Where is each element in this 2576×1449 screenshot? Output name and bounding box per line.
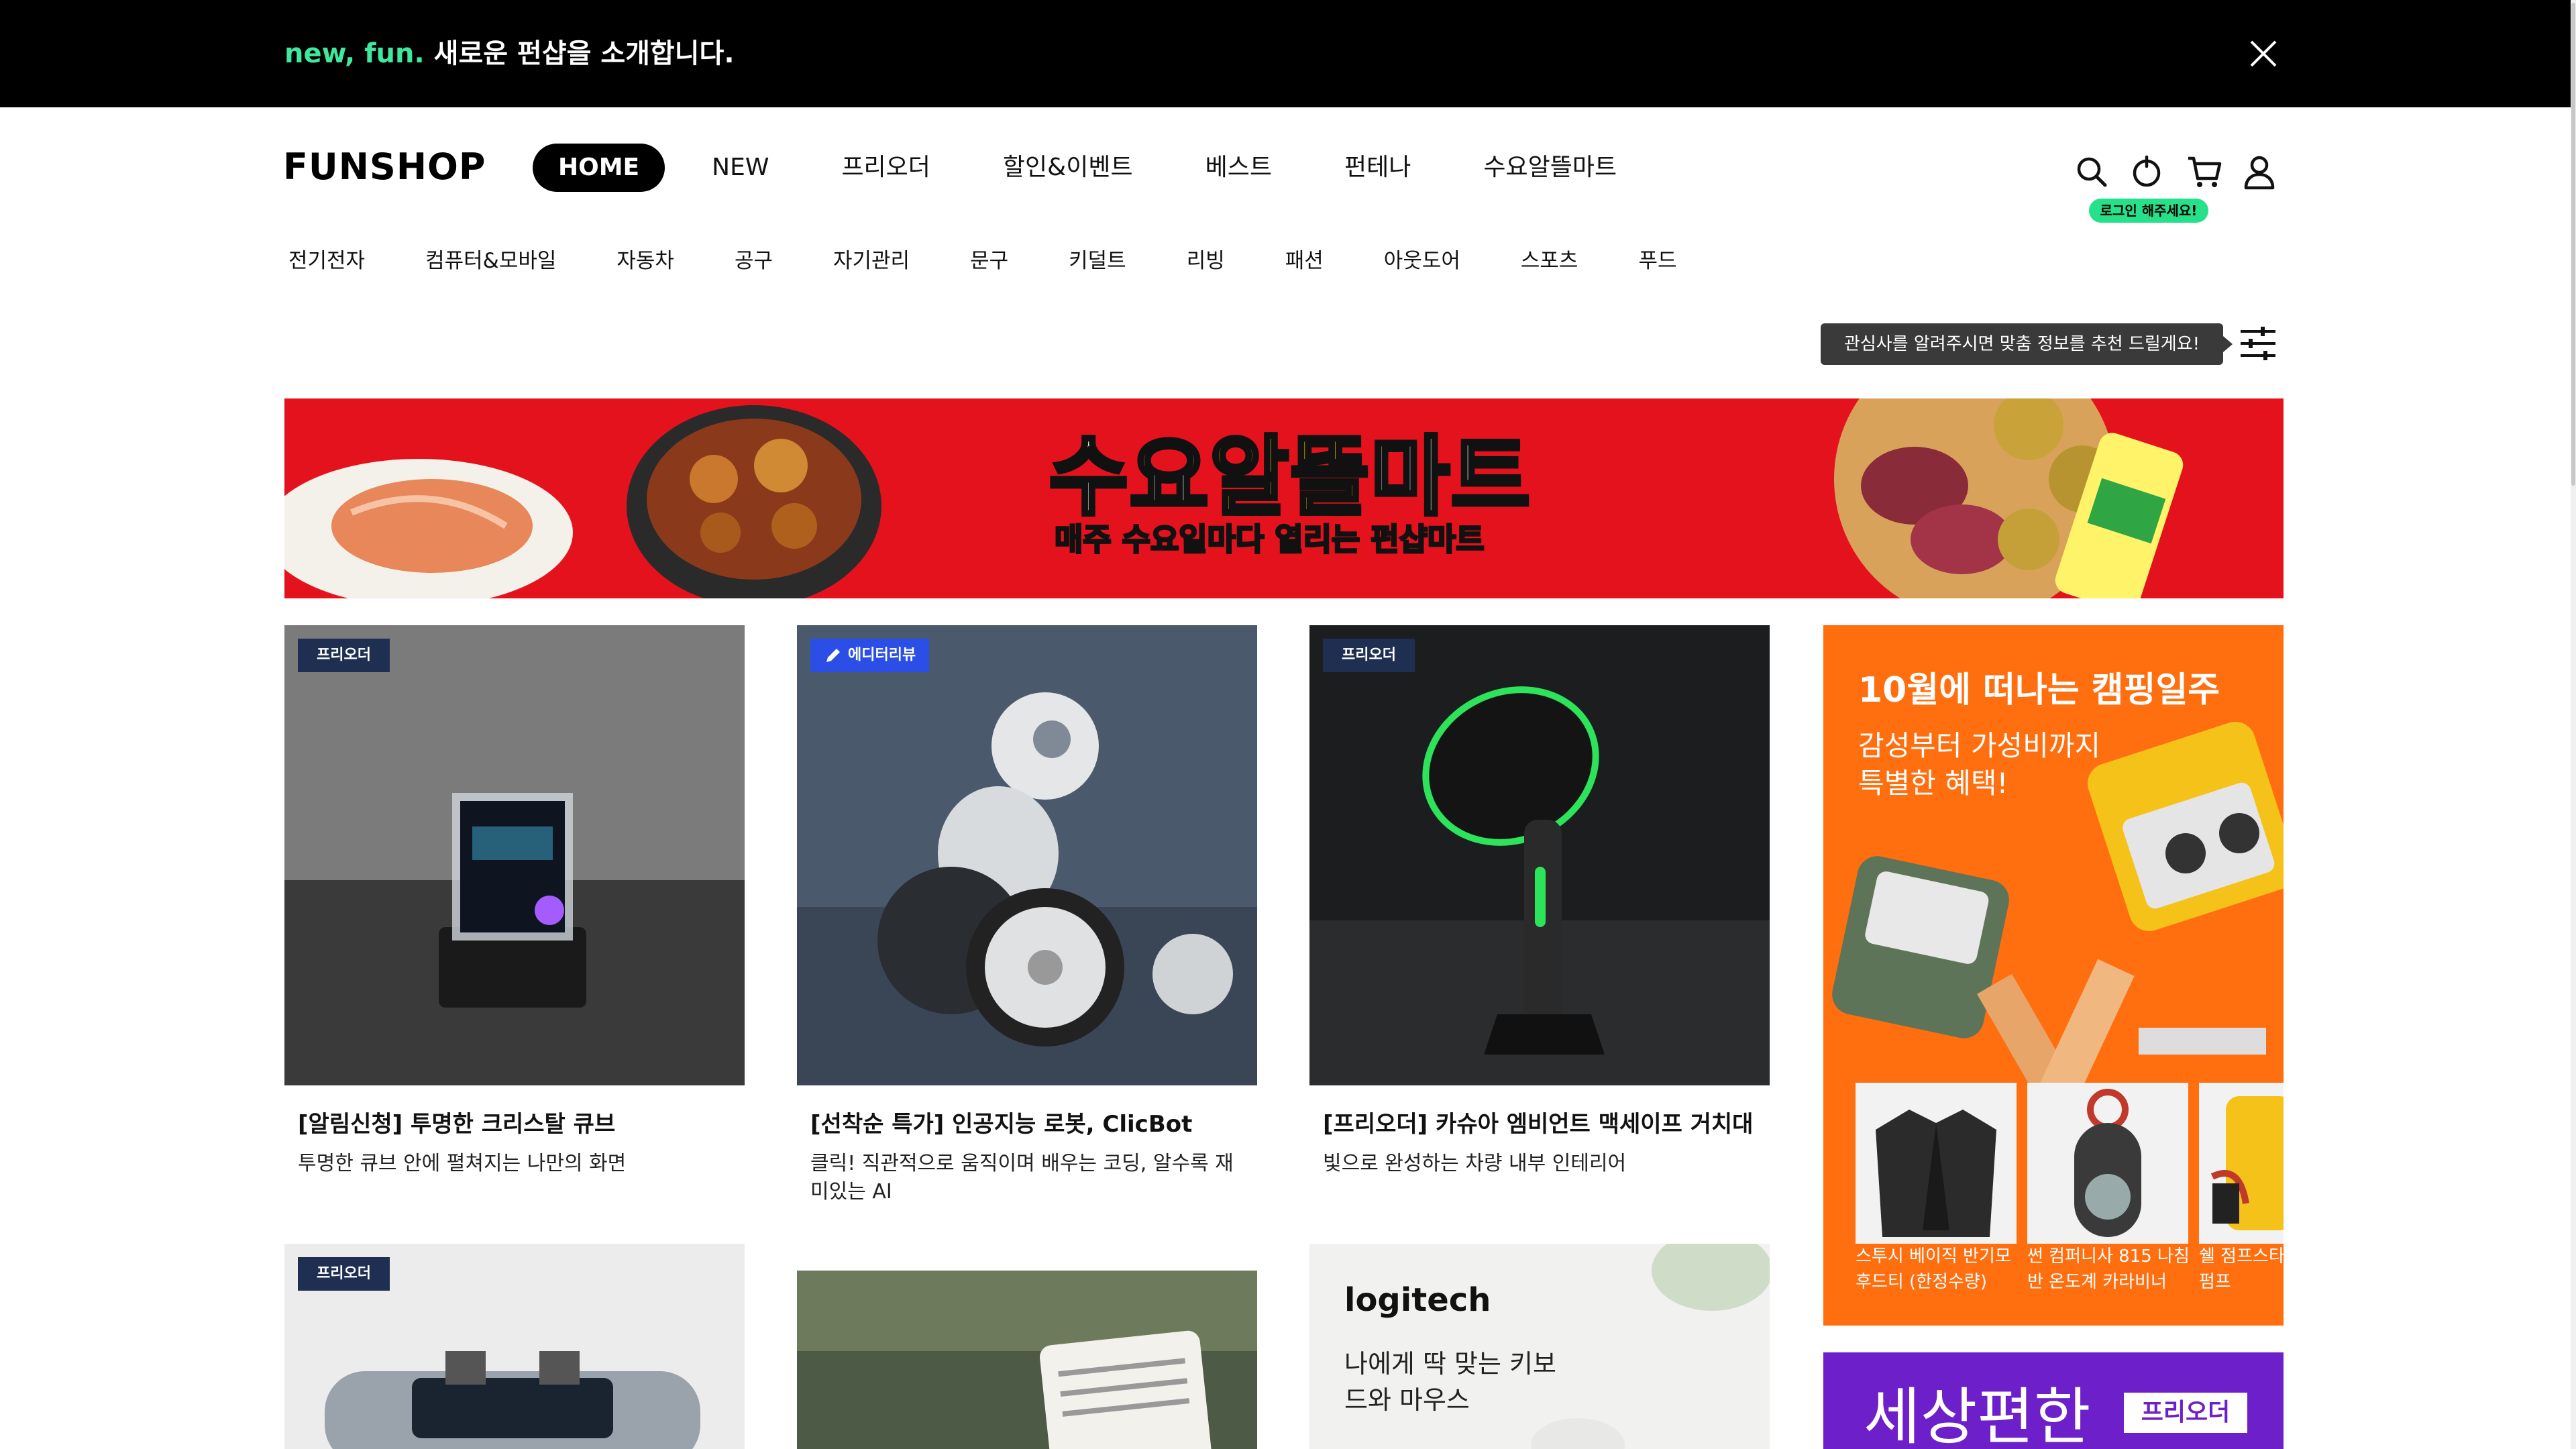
announcement-text[interactable]: new, fun. 새로운 펀샵을 소개합니다. xyxy=(284,34,735,74)
category-bar: 전기전자 컴퓨터&모바일 자동차 공구 자기관리 문구 키덜트 리빙 패션 아웃… xyxy=(288,244,1677,278)
announcement-message: 새로운 펀샵을 소개합니다. xyxy=(433,38,735,69)
product-image[interactable] xyxy=(797,1271,1257,1449)
promo-item-name: 쉘 점프스타 xyxy=(2199,1246,2284,1267)
nav-funtenna[interactable]: 펀테나 xyxy=(1319,144,1436,192)
login-hint-badge[interactable]: 로그인 해주세요! xyxy=(2089,199,2208,223)
filter-sliders-icon[interactable] xyxy=(2238,325,2278,362)
recommend-tooltip[interactable]: 관심사를 알려주시면 맞춤 정보를 추천 드릴게요! xyxy=(1821,323,2233,365)
promo2-title: 세상편한 xyxy=(1864,1381,2091,1449)
category-item[interactable]: 공구 xyxy=(735,244,773,278)
crystal-cube-illustration xyxy=(284,625,745,1085)
category-item[interactable]: 스포츠 xyxy=(1521,244,1578,278)
nav-home[interactable]: HOME xyxy=(533,144,665,192)
promo-item-image[interactable] xyxy=(2199,1083,2284,1244)
product-card[interactable]: 프리오더 [프리오더] 카슈아 엠비언트 맥세이프 거치대 빛으로 완성하는 차… xyxy=(1309,625,1770,1229)
product-title[interactable]: [프리오더] 카슈아 엠비언트 맥세이프 거치대 xyxy=(1323,1110,1753,1139)
product-card[interactable]: logitech 나에게 딱 맞는 키보드와 마우스 xyxy=(1309,1244,1770,1449)
category-item[interactable]: 리빙 xyxy=(1187,244,1225,278)
promo-subtitle: 감성부터 가성비까지 특별한 혜택! xyxy=(1858,727,2100,802)
magsafe-mount-illustration xyxy=(1309,625,1770,1085)
camping-promo[interactable]: 10월에 떠나는 캠핑일주 감성부터 가성비까지 특별한 혜택! 스투시 베이직… xyxy=(1823,625,2284,1326)
hoodie-illustration xyxy=(1856,1083,2017,1244)
cart-icon[interactable] xyxy=(2186,153,2223,191)
page-scrollbar[interactable] xyxy=(2571,0,2576,1449)
product-image[interactable]: 프리오더 xyxy=(284,1244,745,1449)
promo-item-image[interactable] xyxy=(1856,1083,2017,1244)
preorder-promo[interactable]: 세상편한 프리오더 xyxy=(1823,1352,2284,1449)
nav-preorder[interactable]: 프리오더 xyxy=(816,144,955,192)
category-item[interactable]: 컴퓨터&모바일 xyxy=(425,244,556,278)
promo-item-name: 반 온도계 카라비너 xyxy=(2027,1272,2167,1292)
promo-item-name: 후드티 (한정수량) xyxy=(1856,1272,1987,1292)
category-item[interactable]: 전기전자 xyxy=(288,244,365,278)
product-image[interactable]: 프리오더 xyxy=(284,625,745,1085)
main-nav: HOME NEW 프리오더 할인&이벤트 베스트 펀테나 수요알뜰마트 xyxy=(533,144,1664,192)
product-description: 빛으로 완성하는 차량 내부 인테리어 xyxy=(1323,1152,1627,1175)
scrollbar-thumb[interactable] xyxy=(2571,3,2575,486)
promo2-badge: 프리오더 xyxy=(2124,1393,2247,1433)
product-badge: 에디터리뷰 xyxy=(810,639,930,672)
product-badge: 프리오더 xyxy=(1323,639,1415,672)
product-card[interactable]: 프리오더 xyxy=(284,1244,745,1449)
site-logo[interactable]: FUNSHOP xyxy=(283,149,486,185)
nav-best[interactable]: 베스트 xyxy=(1180,144,1297,192)
wednesday-mart-banner[interactable]: 수요알뜰마트 매주 수요일마다 열리는 펀샵마트 xyxy=(284,398,2284,598)
category-item[interactable]: 푸드 xyxy=(1638,244,1676,278)
announcement-bar: new, fun. 새로운 펀샵을 소개합니다. xyxy=(0,0,2571,107)
promo-item[interactable]: 스투시 베이직 반기모 후드티 (한정수량) xyxy=(1856,1083,2017,1295)
banner-title: 수요알뜰마트 xyxy=(1047,431,1532,524)
product-image[interactable]: 에디터리뷰 xyxy=(797,625,1257,1085)
user-icon[interactable] xyxy=(2241,153,2278,191)
banner-subtitle: 매주 수요일마다 열리는 펀샵마트 xyxy=(1054,521,1486,559)
nav-sale-event[interactable]: 할인&이벤트 xyxy=(977,144,1159,192)
category-item[interactable]: 자동차 xyxy=(616,244,674,278)
pencil-icon xyxy=(826,649,840,662)
ereader-illustration xyxy=(797,1271,1257,1449)
banner-title-part1: 수요 xyxy=(1047,427,1211,527)
jump-starter-illustration xyxy=(2199,1083,2284,1244)
brand-logo: logitech xyxy=(1344,1281,1491,1319)
product-card[interactable]: 에디터리뷰 [선착순 특가] 인공지능 로봇, ClicBot 클릭! 직관적으… xyxy=(797,625,1257,1229)
promo-subtitle-line2: 특별한 혜택! xyxy=(1858,767,2008,800)
banner-title-part3: 마트 xyxy=(1368,427,1532,527)
promo-item-name: 썬 컴퍼니사 815 나침 xyxy=(2027,1246,2188,1267)
promo-item-name: 스투시 베이직 반기모 xyxy=(1856,1246,2011,1267)
banner-title-part2: 알뜰 xyxy=(1208,427,1372,527)
category-item[interactable]: 아웃도어 xyxy=(1384,244,1460,278)
promo-subtitle-line1: 감성부터 가성비까지 xyxy=(1858,729,2101,762)
product-image[interactable]: logitech 나에게 딱 맞는 키보드와 마우스 xyxy=(1309,1244,1770,1449)
compass-illustration xyxy=(2027,1083,2188,1244)
product-title[interactable]: [선착순 특가] 인공지능 로봇, ClicBot xyxy=(810,1110,1192,1139)
nav-new[interactable]: NEW xyxy=(686,144,794,192)
close-icon[interactable] xyxy=(2249,39,2278,68)
product-description: 투명한 큐브 안에 펼쳐지는 나만의 화면 xyxy=(298,1152,627,1175)
product-badge: 프리오더 xyxy=(298,639,390,672)
category-item[interactable]: 문구 xyxy=(970,244,1008,278)
announcement-accent: new, fun. xyxy=(284,38,425,69)
nav-wednesday-mart[interactable]: 수요알뜰마트 xyxy=(1458,144,1642,192)
promo-title: 10월에 떠나는 캠핑일주 xyxy=(1858,670,2220,710)
product-badge: 프리오더 xyxy=(298,1257,390,1291)
product-card[interactable] xyxy=(797,1271,1257,1449)
search-icon[interactable] xyxy=(2073,153,2110,191)
category-item[interactable]: 패션 xyxy=(1285,244,1324,278)
product-badge-label: 에디터리뷰 xyxy=(848,647,916,663)
product-card[interactable]: 프리오더 [알림신청] 투명한 크리스탈 큐브 투명한 큐브 안에 펼쳐지는 나… xyxy=(284,625,745,1229)
category-item[interactable]: 키덜트 xyxy=(1069,244,1126,278)
clock-icon[interactable] xyxy=(2128,153,2165,191)
category-item[interactable]: 자기관리 xyxy=(833,244,910,278)
promo-item[interactable]: 쉘 점프스타 펌프 xyxy=(2199,1083,2284,1295)
promo-item[interactable]: 썬 컴퍼니사 815 나침 반 온도계 카라비너 xyxy=(2027,1083,2188,1295)
product-description: 클릭! 직관적으로 움직이며 배우는 코딩, 알수록 재미있는 AI xyxy=(810,1152,1234,1203)
clicbot-robot-illustration xyxy=(797,625,1257,1085)
promo-item-image[interactable] xyxy=(2027,1083,2188,1244)
promo-item-name: 펌프 xyxy=(2199,1272,2231,1292)
product-title[interactable]: [알림신청] 투명한 크리스탈 큐브 xyxy=(298,1110,615,1139)
product-headline: 나에게 딱 맞는 키보드와 마우스 xyxy=(1344,1349,1556,1415)
product-image[interactable]: 프리오더 xyxy=(1309,625,1770,1085)
